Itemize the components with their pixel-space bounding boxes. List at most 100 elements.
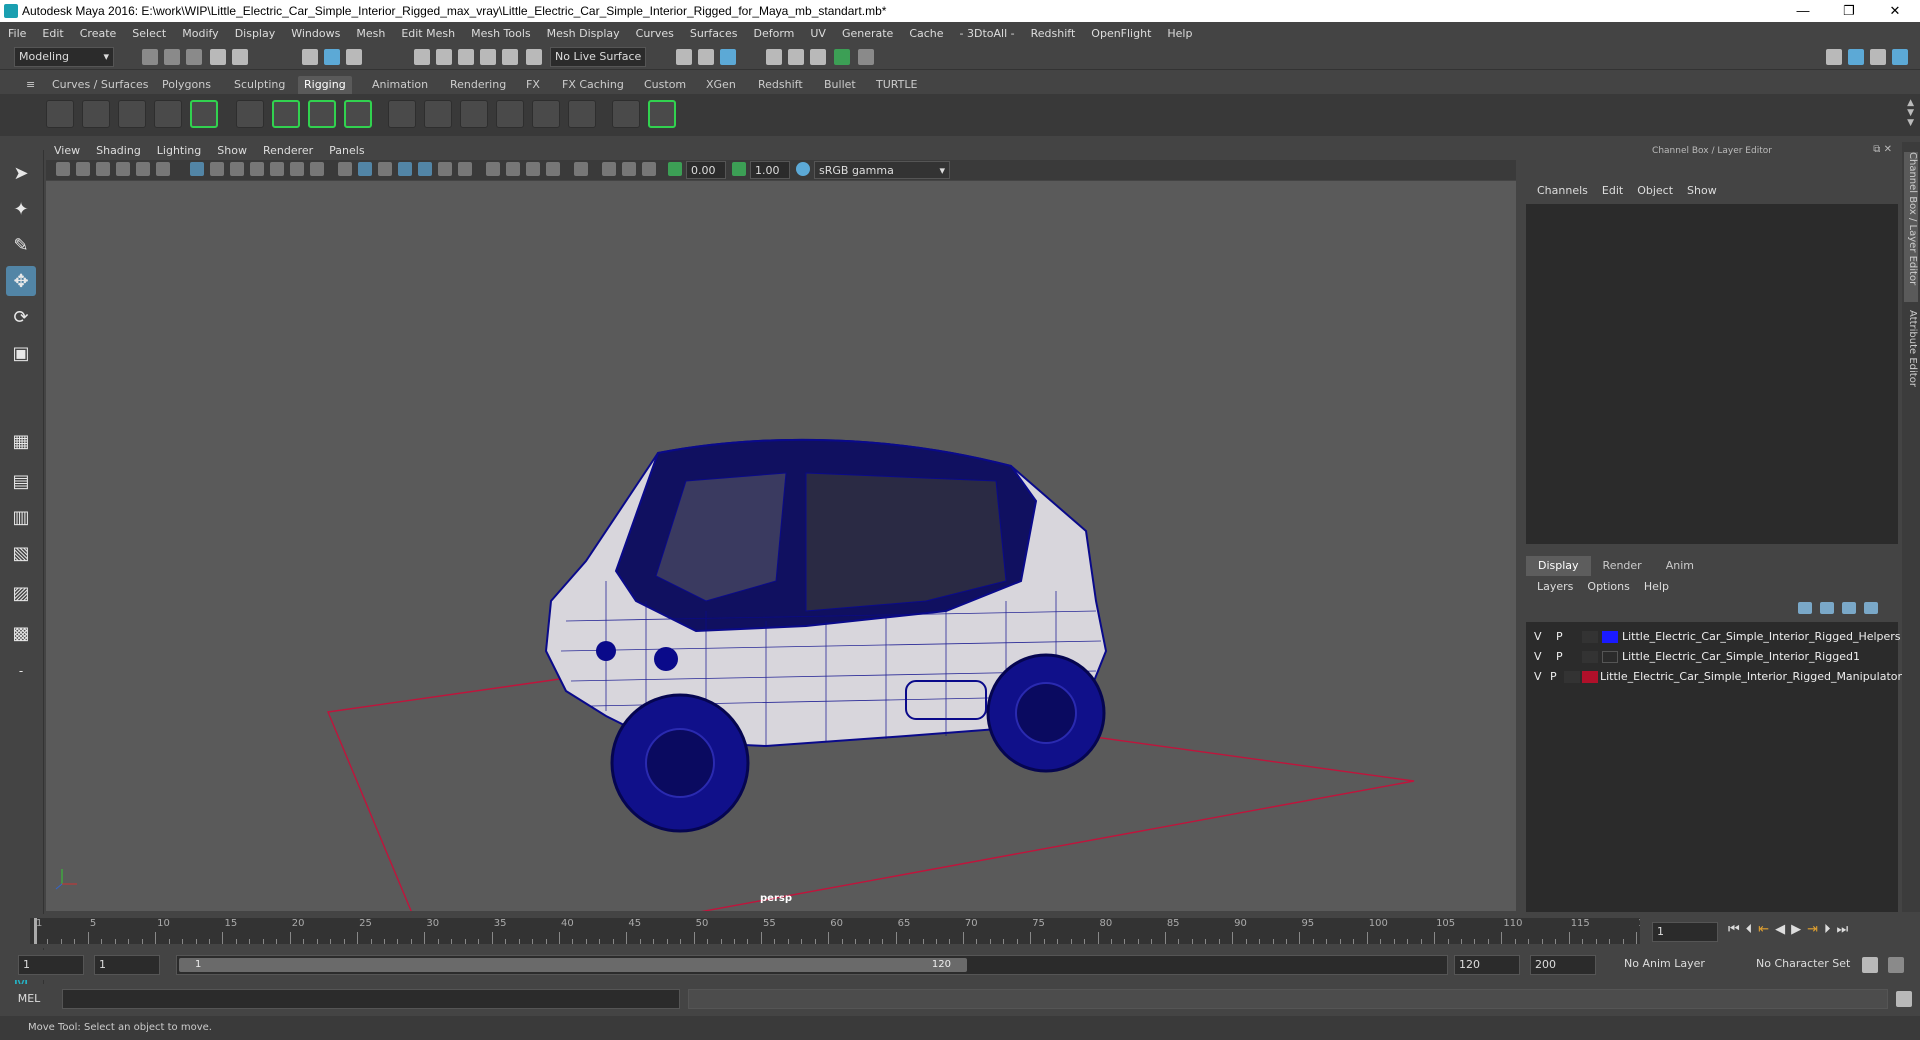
le-menu-layers[interactable]: Layers	[1530, 580, 1580, 593]
menu-help[interactable]: Help	[1159, 27, 1200, 40]
go-to-end-icon[interactable]: ⏭	[1837, 922, 1849, 937]
two-view-icon[interactable]: ▥	[6, 502, 36, 532]
render-frame-icon[interactable]	[766, 49, 782, 65]
menu-file[interactable]: File	[0, 27, 34, 40]
more-layouts-icon[interactable]: -	[6, 656, 36, 686]
undo-icon[interactable]	[210, 49, 226, 65]
field-chart-icon[interactable]	[270, 162, 284, 176]
dope-sheet-view-icon[interactable]: ▩	[6, 618, 36, 648]
select-hierarchy-icon[interactable]	[302, 49, 318, 65]
menu-openflight[interactable]: OpenFlight	[1083, 27, 1159, 40]
safe-title-icon[interactable]	[310, 162, 324, 176]
menu-mesh-display[interactable]: Mesh Display	[539, 27, 628, 40]
film-gate-icon[interactable]	[210, 162, 224, 176]
play-forward-icon[interactable]: ▶	[1791, 922, 1801, 937]
menu-mesh-tools[interactable]: Mesh Tools	[463, 27, 539, 40]
layout-channel-box-icon[interactable]	[1848, 49, 1864, 65]
gate-mask-icon[interactable]	[250, 162, 264, 176]
wrap-deformer-icon[interactable]	[344, 100, 372, 128]
vp-menu-lighting[interactable]: Lighting	[149, 142, 209, 160]
shelf-tab-bullet[interactable]: Bullet	[818, 76, 862, 94]
xray-joints-icon[interactable]	[642, 162, 656, 176]
minimize-button[interactable]: —	[1780, 0, 1826, 22]
gamma-icon[interactable]	[732, 162, 746, 176]
new-scene-icon[interactable]	[142, 49, 158, 65]
layout-modeling-icon[interactable]	[1826, 49, 1842, 65]
anim-start-field[interactable]: 1	[18, 955, 84, 975]
exposure-icon[interactable]	[668, 162, 682, 176]
animation-preferences-icon[interactable]	[1888, 957, 1904, 973]
new-layer-selected-icon[interactable]	[1864, 602, 1878, 614]
anti-aliasing-icon[interactable]	[526, 162, 540, 176]
lasso-tool-icon[interactable]: ✦	[6, 194, 36, 224]
playback-end-field[interactable]: 120	[1454, 955, 1520, 975]
vp-menu-renderer[interactable]: Renderer	[255, 142, 321, 160]
layout-attribute-editor-icon[interactable]	[1870, 49, 1886, 65]
save-scene-icon[interactable]	[186, 49, 202, 65]
output-ops-icon[interactable]	[698, 49, 714, 65]
outliner-view-icon[interactable]: ▧	[6, 538, 36, 568]
snap-point-icon[interactable]	[458, 49, 474, 65]
select-component-icon[interactable]	[346, 49, 362, 65]
menu-redshift[interactable]: Redshift	[1023, 27, 1084, 40]
shelf-menu-icon[interactable]: ≡	[20, 76, 40, 94]
tab-anim[interactable]: Anim	[1654, 556, 1706, 576]
shelf-tab-turtle[interactable]: TURTLE	[870, 76, 923, 94]
go-to-start-icon[interactable]: ⏮	[1728, 922, 1740, 937]
textured-icon[interactable]	[418, 162, 432, 176]
shelf-tab-rigging[interactable]: Rigging	[298, 76, 352, 94]
snap-grid-icon[interactable]	[414, 49, 430, 65]
layer-playback[interactable]: P	[1556, 648, 1563, 666]
layer-visibility[interactable]: V	[1534, 648, 1542, 666]
paint-weights-icon[interactable]	[388, 100, 416, 128]
current-time-marker[interactable]	[34, 918, 37, 944]
use-all-lights-icon[interactable]	[438, 162, 452, 176]
layout-toolbox-icon[interactable]	[1892, 49, 1908, 65]
shelf-tab-xgen[interactable]: XGen	[700, 76, 742, 94]
four-view-icon[interactable]: ▤	[6, 466, 36, 496]
render-view-icon[interactable]	[858, 49, 874, 65]
layer-playback[interactable]: P	[1550, 668, 1557, 686]
cluster-icon[interactable]	[272, 100, 300, 128]
shelf-tab-polygons[interactable]: Polygons	[156, 76, 217, 94]
layer-color-swatch[interactable]	[1582, 671, 1598, 683]
menu-mesh[interactable]: Mesh	[348, 27, 393, 40]
character-set-dropdown[interactable]: No Character Set	[1752, 955, 1876, 975]
menu-select[interactable]: Select	[124, 27, 174, 40]
mel-input[interactable]	[62, 989, 680, 1009]
layer-type-icon[interactable]	[1564, 671, 1580, 683]
graph-editor-view-icon[interactable]: ▨	[6, 578, 36, 608]
layer-playback[interactable]: P	[1556, 628, 1563, 646]
construction-history-icon[interactable]	[720, 49, 736, 65]
color-management-icon[interactable]	[796, 162, 810, 176]
render-settings-icon[interactable]	[810, 49, 826, 65]
screen-space-ao-icon[interactable]	[486, 162, 500, 176]
2d-pan-zoom-icon[interactable]	[136, 162, 150, 176]
single-view-icon[interactable]: ▦	[6, 426, 36, 456]
vp-menu-view[interactable]: View	[46, 142, 88, 160]
perspective-viewport[interactable]: persp	[46, 181, 1516, 911]
auto-key-icon[interactable]	[1862, 957, 1878, 973]
ik-spline-icon[interactable]	[118, 100, 146, 128]
motion-blur-icon[interactable]	[506, 162, 520, 176]
shelf-tab-fx[interactable]: FX	[520, 76, 546, 94]
wireframe-icon[interactable]	[338, 162, 352, 176]
menu-uv[interactable]: UV	[802, 27, 834, 40]
rotate-tool-icon[interactable]: ⟳	[6, 302, 36, 332]
shelf-tab-rendering[interactable]: Rendering	[444, 76, 512, 94]
bookmark-icon[interactable]	[96, 162, 110, 176]
hypershade-icon[interactable]	[834, 49, 850, 65]
shelf-tab-redshift[interactable]: Redshift	[752, 76, 809, 94]
snap-view-plane-icon[interactable]	[480, 49, 496, 65]
cb-menu-edit[interactable]: Edit	[1595, 184, 1630, 197]
menu-surfaces[interactable]: Surfaces	[682, 27, 746, 40]
grid-toggle-icon[interactable]	[190, 162, 204, 176]
shelf-tab-custom[interactable]: Custom	[638, 76, 692, 94]
mirror-joint-icon[interactable]	[154, 100, 182, 128]
ipr-render-icon[interactable]	[788, 49, 804, 65]
menu-modify[interactable]: Modify	[174, 27, 226, 40]
channel-box-area[interactable]	[1526, 204, 1898, 544]
layer-type-icon[interactable]	[1582, 631, 1598, 643]
open-scene-icon[interactable]	[164, 49, 180, 65]
shelf-tab-fx-caching[interactable]: FX Caching	[556, 76, 630, 94]
